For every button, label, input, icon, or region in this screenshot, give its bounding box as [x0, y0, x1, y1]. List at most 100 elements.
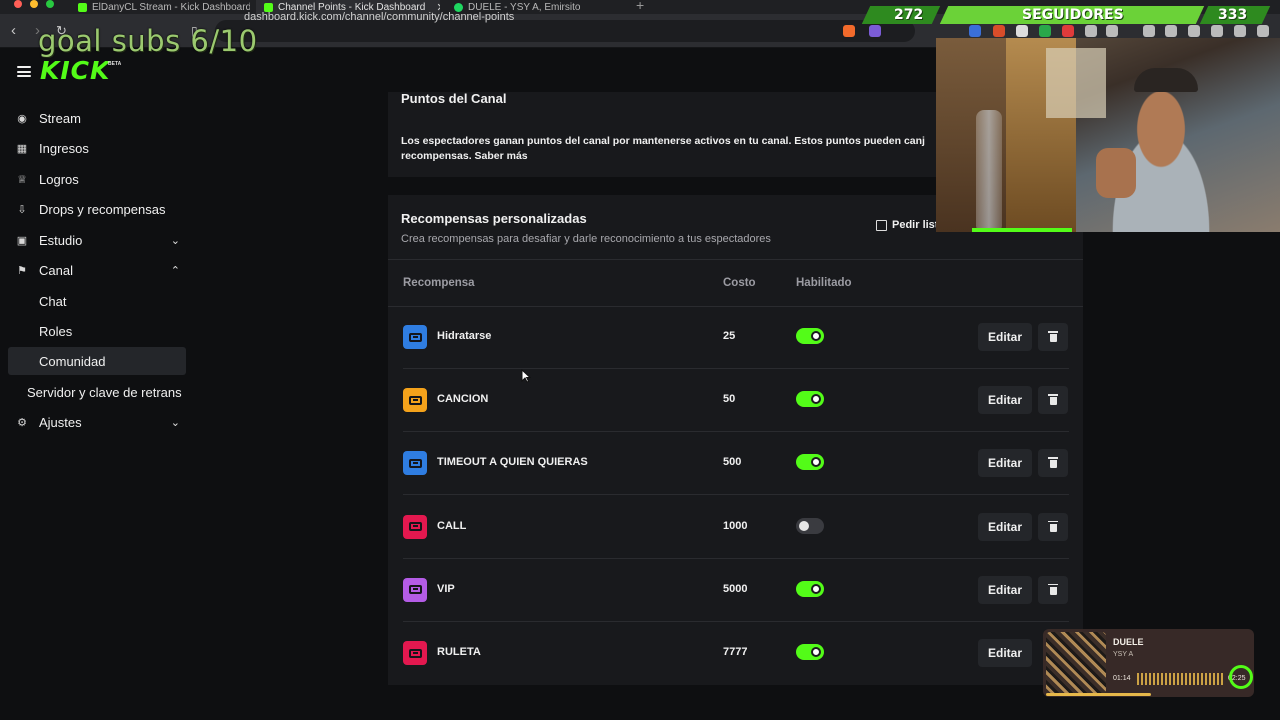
reward-enabled-toggle[interactable] [796, 391, 824, 408]
trash-icon [1048, 520, 1058, 532]
reward-name: TIMEOUT A QUIEN QUIERAS [437, 456, 588, 469]
reward-ticket-icon [403, 577, 427, 602]
edit-reward-button[interactable]: Editar [978, 386, 1032, 415]
reward-row: Hidratarse 25 Editar [403, 306, 1069, 369]
edit-reward-button[interactable]: Editar [978, 639, 1032, 667]
reward-enabled-toggle[interactable] [796, 580, 824, 597]
reward-name: VIP [437, 582, 455, 595]
reward-enabled-toggle[interactable] [796, 454, 824, 471]
reward-cost: 500 [723, 456, 742, 469]
delete-reward-button[interactable] [1038, 449, 1068, 478]
trash-icon [1048, 583, 1058, 595]
reward-enabled-toggle[interactable] [796, 517, 824, 534]
channel-points-title: Puntos del Canal [401, 91, 507, 106]
reward-ticket-icon [403, 451, 427, 476]
menu-icon[interactable] [1257, 25, 1269, 37]
sidebar-item-label: Ingresos [39, 140, 89, 156]
sidebar-item-label: Roles [39, 323, 73, 339]
edit-reward-button[interactable]: Editar [978, 575, 1032, 604]
sidebar-item-roles[interactable]: Roles [8, 317, 186, 345]
leo-icon[interactable] [1211, 25, 1223, 37]
external-link-icon [876, 219, 887, 231]
edit-reward-button[interactable]: Editar [978, 323, 1032, 351]
screen: ElDanyCL Stream - Kick Dashboard Channel… [0, 0, 1280, 720]
webcam-overlay [936, 38, 1280, 232]
playlist-icon[interactable] [1143, 25, 1155, 37]
delete-reward-button[interactable] [1038, 575, 1068, 604]
reward-cost: 50 [723, 393, 736, 406]
sidebar-item-canal[interactable]: ⚑ Canal ⌃ [8, 256, 186, 284]
puzzle-icon[interactable] [1085, 25, 1097, 37]
back-icon[interactable]: ‹ [11, 22, 16, 40]
sidebar-item-label: Stream [39, 110, 81, 126]
maximize-window-icon[interactable] [46, 0, 54, 8]
gear-icon: ⚙ [17, 416, 27, 429]
sidebar-item-servidor[interactable]: Servidor y clave de retrans [8, 378, 208, 406]
kick-favicon-icon [78, 2, 87, 12]
extension-icon[interactable] [1016, 25, 1028, 37]
toggle-knob [811, 647, 821, 657]
reward-cost: 5000 [723, 582, 748, 595]
followers-right-count: 333 [1218, 7, 1248, 23]
delete-reward-button[interactable] [1038, 512, 1068, 541]
sidebar-icon[interactable] [1165, 25, 1177, 37]
reward-cost: 25 [723, 330, 736, 342]
reward-row: TIMEOUT A QUIEN QUIERAS 500 Editar [403, 432, 1069, 496]
sidebar-item-ajustes[interactable]: ⚙ Ajustes ⌄ [8, 408, 186, 436]
sidebar-item-label: Drops y recompensas [39, 201, 166, 217]
trash-icon [1048, 457, 1058, 469]
edit-reward-button[interactable]: Editar [978, 449, 1032, 478]
extension-icon[interactable] [1062, 25, 1074, 37]
reward-enabled-toggle[interactable] [796, 644, 824, 660]
hamburger-menu-icon[interactable] [17, 66, 31, 77]
reward-enabled-toggle[interactable] [796, 328, 824, 344]
address-bar[interactable] [215, 20, 915, 42]
request-list-button[interactable]: Pedir list [876, 219, 938, 231]
goal-overlay: goal subs 6/10 [38, 24, 258, 58]
sidebar-item-drops[interactable]: ⇩ Drops y recompensas [8, 195, 186, 223]
webcam-accent-bar [972, 228, 1072, 232]
mouse-cursor-icon [521, 369, 531, 383]
brave-shield-icon[interactable] [843, 25, 855, 37]
album-art [1046, 632, 1106, 694]
extension-icon[interactable] [1039, 25, 1051, 37]
column-header-enabled: Habilitado [796, 277, 852, 289]
sidebar-item-stream[interactable]: ◉ Stream [8, 104, 186, 132]
webcam-bottle [976, 110, 1002, 230]
reward-row: VIP 5000 Editar [403, 559, 1069, 622]
close-window-icon[interactable] [14, 0, 22, 8]
edit-reward-button[interactable]: Editar [978, 512, 1032, 541]
sidebar-item-estudio[interactable]: ▣ Estudio ⌄ [8, 226, 186, 254]
vpn-icon[interactable] [1234, 25, 1246, 37]
column-header-reward: Recompensa [403, 277, 475, 289]
reward-name: RULETA [437, 646, 481, 658]
followers-left-count: 272 [894, 7, 924, 23]
browser-tab[interactable]: ElDanyCL Stream - Kick Dashboard [70, 0, 250, 14]
sidebar-item-comunidad[interactable]: Comunidad [8, 347, 186, 375]
tab-title: ElDanyCL Stream - Kick Dashboard [92, 1, 250, 13]
reward-row: RULETA 7777 Editar [403, 622, 1069, 685]
toggle-knob [799, 520, 809, 531]
reward-name: CALL [437, 519, 467, 532]
sidebar-item-chat[interactable]: Chat [8, 287, 186, 315]
brave-rewards-icon[interactable] [869, 25, 881, 37]
toggle-knob [811, 583, 821, 594]
wallet-icon[interactable] [1188, 25, 1200, 37]
delete-reward-button[interactable] [1038, 323, 1068, 351]
reward-ticket-icon [403, 514, 427, 539]
channel-points-description-2[interactable]: recompensas. Saber más [401, 149, 528, 165]
reward-ticket-icon [403, 641, 427, 665]
delete-reward-button[interactable] [1038, 386, 1068, 415]
sidebar-item-ingresos[interactable]: ▦ Ingresos [8, 134, 186, 162]
new-tab-icon[interactable]: + [636, 0, 644, 13]
sidebar-item-label: Chat [39, 293, 67, 309]
extension-icon[interactable] [993, 25, 1005, 37]
kick-logo[interactable]: KICK [40, 56, 110, 85]
reward-ticket-icon [403, 388, 427, 413]
address-url[interactable]: dashboard.kick.com/channel/community/cha… [244, 11, 514, 23]
extension-icon[interactable] [969, 25, 981, 37]
minimize-window-icon[interactable] [30, 0, 38, 8]
extension-icon[interactable] [1106, 25, 1118, 37]
reward-row: CALL 1000 Editar [403, 496, 1069, 559]
sidebar-item-logros[interactable]: ♕ Logros [8, 165, 186, 193]
